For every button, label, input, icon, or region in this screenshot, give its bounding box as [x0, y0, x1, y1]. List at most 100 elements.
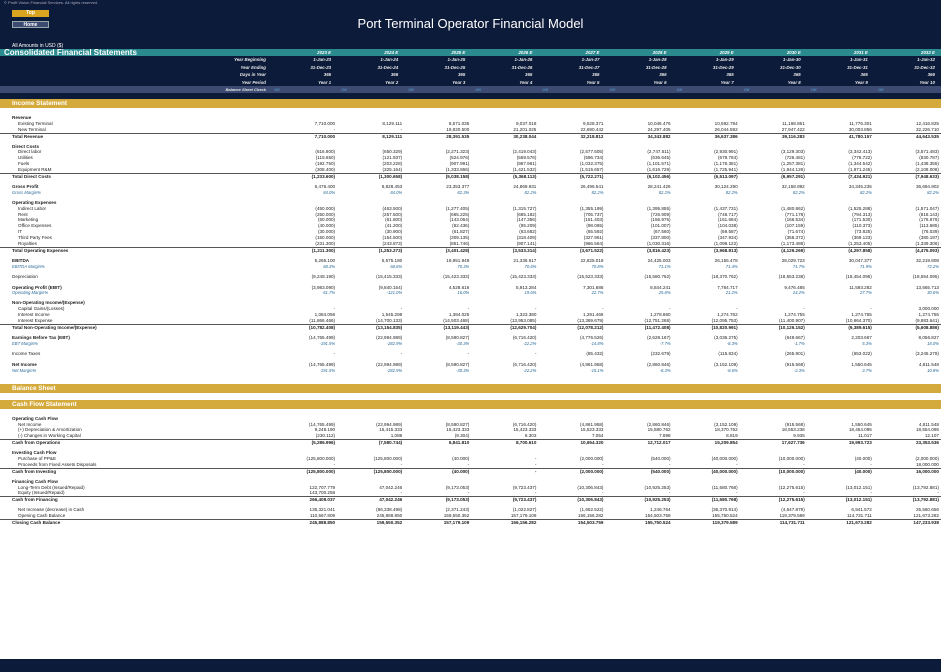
row-value: 159,550.352: [443, 513, 470, 519]
row-value: 21.2%: [725, 290, 738, 296]
row-value: 18,000.000: [915, 461, 939, 467]
top-bar: © Profit Vision Financial Services. All …: [0, 0, 941, 42]
balance-check-cell: OK: [672, 85, 740, 94]
row-value: (13,012.151): [845, 497, 872, 503]
row-value: -191.5%: [319, 340, 336, 346]
row-value: (40.000): [854, 468, 872, 474]
header-cell: 366: [390, 72, 399, 78]
section-header: Cash Flow Statement: [0, 399, 941, 409]
row-value: 1,088: [390, 433, 403, 439]
row-value: 7,710.000: [314, 133, 336, 139]
row-value: 245,888.850: [309, 519, 336, 525]
row-value: (308.400): [315, 167, 336, 173]
row-value: 154,503.759: [645, 513, 671, 519]
row-value: 114,731.711: [846, 513, 872, 519]
statement-row: Cash from Operations (5,286.996) (7,580.74…: [0, 439, 941, 445]
row-value: 82.2%: [524, 189, 537, 195]
row-value: 8,700.610: [515, 440, 537, 446]
row-value: -: [870, 461, 872, 467]
row-value: 10.8%: [927, 367, 939, 373]
row-value: 82.2%: [658, 189, 671, 195]
row-value: 156,156.282: [577, 513, 604, 519]
statement-row: Total Non-Operating Income/(Expense) (10,…: [0, 324, 941, 330]
row-value: 71.1%: [658, 263, 671, 269]
row-value: (40,000.000): [711, 468, 738, 474]
row-value: (15,580.762): [644, 273, 671, 279]
row-value: -: [534, 468, 537, 474]
year-header: 2029 E: [672, 49, 740, 57]
row-value: (10,925.253): [644, 497, 671, 503]
row-value: (13,154.835): [376, 325, 403, 331]
header-cell: Year 10: [919, 79, 935, 85]
row-value: (1,300.658): [378, 174, 403, 180]
row-value: (230.112): [315, 433, 336, 439]
row-value: (851.746): [449, 241, 470, 247]
row-value: -121.0%: [386, 290, 403, 296]
row-value: -: [937, 490, 939, 496]
row-value: 156,156.282: [510, 519, 537, 525]
row-value: -: [803, 461, 805, 467]
header-cell: 31-Dec-29: [712, 64, 734, 70]
header-cell: 366: [659, 72, 667, 78]
row-value: 157,179.109: [510, 513, 537, 519]
row-value: 114,731.711: [779, 519, 805, 525]
row-label: Royalties: [18, 241, 37, 247]
timeline-header: Consolidated Financial Statements 2023 E2…: [0, 48, 941, 94]
row-value: 159,550.352: [376, 519, 403, 525]
row-value: -8.3%: [659, 367, 671, 373]
row-value: -: [333, 126, 336, 132]
row-value: 27,947.422: [781, 126, 805, 132]
row-value: (3,968.813): [714, 247, 738, 253]
row-value: (14,700.133): [376, 318, 403, 324]
balance-check-cell: OK: [739, 85, 807, 94]
header-row: Year Ending 31-Dec-23 31-Dec-24 31-Dec-25 31…: [0, 64, 941, 71]
header-cell: Year 9: [854, 79, 868, 85]
row-value: 15,209.854: [714, 440, 738, 446]
header-cell: 1-Jan-26: [514, 57, 533, 63]
row-value: (1,844.126): [781, 167, 805, 173]
row-value: (2,108.008): [915, 167, 939, 173]
row-value: (125,800.000): [373, 468, 403, 474]
row-value: (12,275.615): [778, 497, 805, 503]
row-value: (12,751.268): [644, 318, 671, 324]
statement-row: Operating Margin% -51.7% -121.0% 16.0% 19.6%…: [0, 290, 941, 295]
row-value: (9,723.437): [512, 497, 537, 503]
section-title: Consolidated Financial Statements: [0, 48, 270, 57]
row-value: 121,673.282: [846, 519, 872, 525]
row-value: 70.8%: [591, 263, 604, 269]
row-value: -7.7%: [659, 340, 671, 346]
row-value: 21,201.025: [513, 126, 537, 132]
statement-row: Income Taxes - - - - (85.432) (232.679) (115.83…: [0, 351, 941, 357]
row-value: (653.022): [852, 350, 872, 356]
row-label: Interest Expense: [18, 318, 53, 324]
year-header: 2026 E: [471, 49, 539, 57]
row-value: 154,503.759: [577, 519, 604, 525]
balance-check-cell: OK: [873, 85, 941, 94]
row-value: -: [400, 126, 403, 132]
header-cell: 1-Jan-32: [917, 57, 935, 63]
statement-row: Total Direct Costs (1,233.600) (1,300.658)…: [0, 173, 941, 179]
row-value: -282.9%: [386, 367, 403, 373]
header-cell: 31-Dec-27: [578, 64, 600, 70]
balance-check-cell: OK: [605, 85, 673, 94]
row-value: -2.3%: [793, 367, 805, 373]
statement-row: Cash from Investing (125,800.000) (125,800…: [0, 467, 941, 474]
row-value: (10,126.152): [778, 325, 805, 331]
header-cell: 365: [860, 72, 868, 78]
row-value: -191.5%: [319, 367, 336, 373]
row-value: -: [870, 490, 872, 496]
row-value: 119,379.589: [779, 513, 805, 519]
row-value: 119,379.589: [712, 519, 738, 525]
row-value: 22,690.442: [580, 126, 604, 132]
row-value: (5,722.271): [579, 174, 604, 180]
statement-row: Cash from Financing 266,408.037 47,042.246…: [0, 496, 941, 502]
statement-row: Opening Cash Balance 110,567.809 245,888.8…: [0, 513, 941, 519]
statement-row: Closing Cash Balance 245,888.850 159,550.3…: [0, 518, 941, 525]
row-value: (7,580.744): [378, 440, 403, 446]
row-value: (3,245.279): [915, 350, 939, 356]
row-value: 22.7%: [591, 290, 604, 296]
statement-row: Proceeds from Fixed Assets Disposals - - - -…: [0, 462, 941, 468]
row-value: 147,233.938: [913, 519, 939, 525]
row-value: 44,643.535: [915, 133, 939, 139]
header-cell: 365: [525, 72, 533, 78]
